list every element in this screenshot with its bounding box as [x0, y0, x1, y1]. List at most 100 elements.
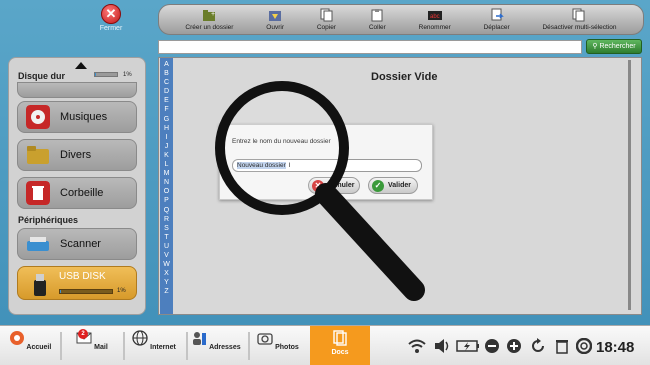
globe-icon [132, 330, 148, 346]
scanner-icon [27, 237, 49, 251]
alphabet-letter[interactable]: M [164, 169, 170, 178]
sidebar-item-divers[interactable]: Divers [17, 139, 137, 171]
zoom-in-icon[interactable] [506, 338, 522, 354]
open-label: Ouvrir [266, 24, 284, 31]
alphabet-letter[interactable]: B [164, 69, 169, 78]
paste-icon [371, 9, 383, 22]
mail-badge: 2 [78, 329, 88, 339]
copy-icon [320, 8, 333, 22]
move-button[interactable]: Déplacer [484, 8, 510, 31]
alphabet-letter[interactable]: W [163, 260, 170, 269]
camera-icon [257, 333, 273, 345]
alphabet-letter[interactable]: G [164, 115, 169, 124]
alphabet-letter[interactable]: D [164, 87, 169, 96]
close-button[interactable]: ✕ Fermer [96, 4, 126, 32]
help-lifebuoy-icon[interactable] [576, 338, 592, 354]
sidebar-item-partial[interactable] [17, 82, 137, 98]
svg-text:+: + [211, 11, 215, 18]
search-icon: ⚲ [592, 43, 598, 50]
rotate-icon[interactable] [530, 338, 546, 354]
file-browser: ABCDEFGHIJKLMNOPQRSTUVWXYZ Dossier Vide … [158, 57, 642, 315]
alphabet-letter[interactable]: P [164, 196, 169, 205]
new-folder-dialog: Entrez le nom du nouveau dossier Nouveau… [219, 124, 433, 200]
clock: 18:48 [596, 339, 635, 356]
alphabet-letter[interactable]: I [166, 133, 168, 142]
devices-title: Périphériques [18, 215, 79, 225]
alphabet-index: ABCDEFGHIJKLMNOPQRSTUVWXYZ [160, 58, 173, 314]
alphabet-letter[interactable]: Z [164, 287, 168, 296]
paste-button[interactable]: Coller [369, 8, 386, 31]
new-folder-icon: + [203, 10, 216, 21]
alphabet-letter[interactable]: N [164, 178, 169, 187]
alphabet-letter[interactable]: J [165, 142, 169, 151]
battery-charging-icon [456, 340, 479, 352]
taskbar-label: Internet [150, 344, 176, 351]
cancel-icon: ✕ [312, 179, 324, 192]
home-icon [9, 331, 24, 345]
zoom-out-icon[interactable] [484, 338, 500, 354]
taskbar-label: Docs [331, 349, 349, 356]
alphabet-letter[interactable]: Y [164, 278, 169, 287]
taskbar-item-mail[interactable]: Mail 2 [64, 329, 120, 364]
multi-select-button[interactable]: Désactiver multi-sélection [542, 8, 617, 31]
alphabet-letter[interactable]: L [165, 160, 169, 169]
search-input[interactable] [158, 40, 582, 54]
taskbar-item-docs[interactable]: Docs [310, 326, 370, 365]
alphabet-letter[interactable]: C [164, 78, 169, 87]
copy-button[interactable]: Copier [317, 8, 336, 31]
cancel-button[interactable]: ✕ Annuler [308, 177, 360, 194]
cancel-label: Annuler [328, 182, 355, 189]
sidebar: Disque dur 1% Musiques Divers Corbeille … [8, 57, 146, 315]
sidebar-item-corbeille[interactable]: Corbeille [17, 177, 137, 209]
sidebar-item-musiques[interactable]: Musiques [17, 101, 137, 133]
scrollbar[interactable] [628, 60, 631, 310]
move-icon [491, 8, 504, 21]
open-icon [269, 11, 282, 21]
disk-title: Disque dur [18, 71, 66, 81]
confirm-button[interactable]: ✓ Valider [368, 177, 418, 194]
alphabet-letter[interactable]: T [164, 233, 168, 242]
alphabet-letter[interactable]: X [164, 269, 169, 278]
toolbar: + Créer un dossier Ouvrir Copier Coller … [158, 4, 644, 35]
close-label: Fermer [99, 25, 123, 32]
rename-icon: abc [427, 11, 442, 20]
taskbar-item-home[interactable]: Accueil [2, 330, 58, 364]
taskbar-item-photos[interactable]: Photos [250, 330, 306, 364]
disk-usage-percent: 1% [123, 72, 132, 78]
alphabet-letter[interactable]: S [164, 224, 169, 233]
volume-icon[interactable] [434, 338, 450, 354]
alphabet-letter[interactable]: F [164, 105, 168, 114]
multi-select-icon [572, 8, 585, 22]
trash-icon[interactable] [554, 338, 570, 354]
taskbar-label: Adresses [209, 344, 241, 351]
taskbar-divider [60, 332, 62, 360]
alphabet-letter[interactable]: O [164, 187, 169, 196]
sidebar-item-usb-disk[interactable]: USB DISK 1% [17, 266, 137, 300]
taskbar-item-internet[interactable]: Internet [126, 330, 182, 364]
move-label: Déplacer [483, 24, 510, 31]
scroll-up-arrow-icon[interactable] [75, 62, 87, 69]
search-button[interactable]: ⚲ Rechercher [586, 39, 642, 54]
create-folder-button[interactable]: + Créer un dossier [185, 8, 233, 31]
close-icon: ✕ [101, 4, 121, 24]
open-button[interactable]: Ouvrir [266, 8, 284, 31]
usb-drive-icon [34, 274, 46, 296]
paste-label: Coller [368, 24, 386, 31]
music-icon [26, 105, 50, 129]
sidebar-item-scanner[interactable]: Scanner [17, 228, 137, 260]
dialog-prompt: Entrez le nom du nouveau dossier [232, 138, 331, 145]
alphabet-letter[interactable]: A [164, 60, 169, 69]
folder-name-input[interactable]: Nouveau dossier I [232, 159, 422, 172]
taskbar-item-contacts[interactable]: Adresses [188, 330, 244, 364]
alphabet-letter[interactable]: U [164, 242, 169, 251]
confirm-label: Valider [388, 182, 411, 189]
alphabet-letter[interactable]: Q [164, 206, 169, 215]
alphabet-letter[interactable]: V [164, 251, 169, 260]
alphabet-letter[interactable]: E [164, 96, 169, 105]
alphabet-letter[interactable]: K [164, 151, 169, 160]
alphabet-letter[interactable]: H [164, 124, 169, 133]
folder-name-value: Nouveau dossier [237, 162, 286, 169]
alphabet-letter[interactable]: R [164, 215, 169, 224]
wifi-icon[interactable] [408, 338, 426, 354]
rename-button[interactable]: abc Renommer [419, 8, 451, 31]
